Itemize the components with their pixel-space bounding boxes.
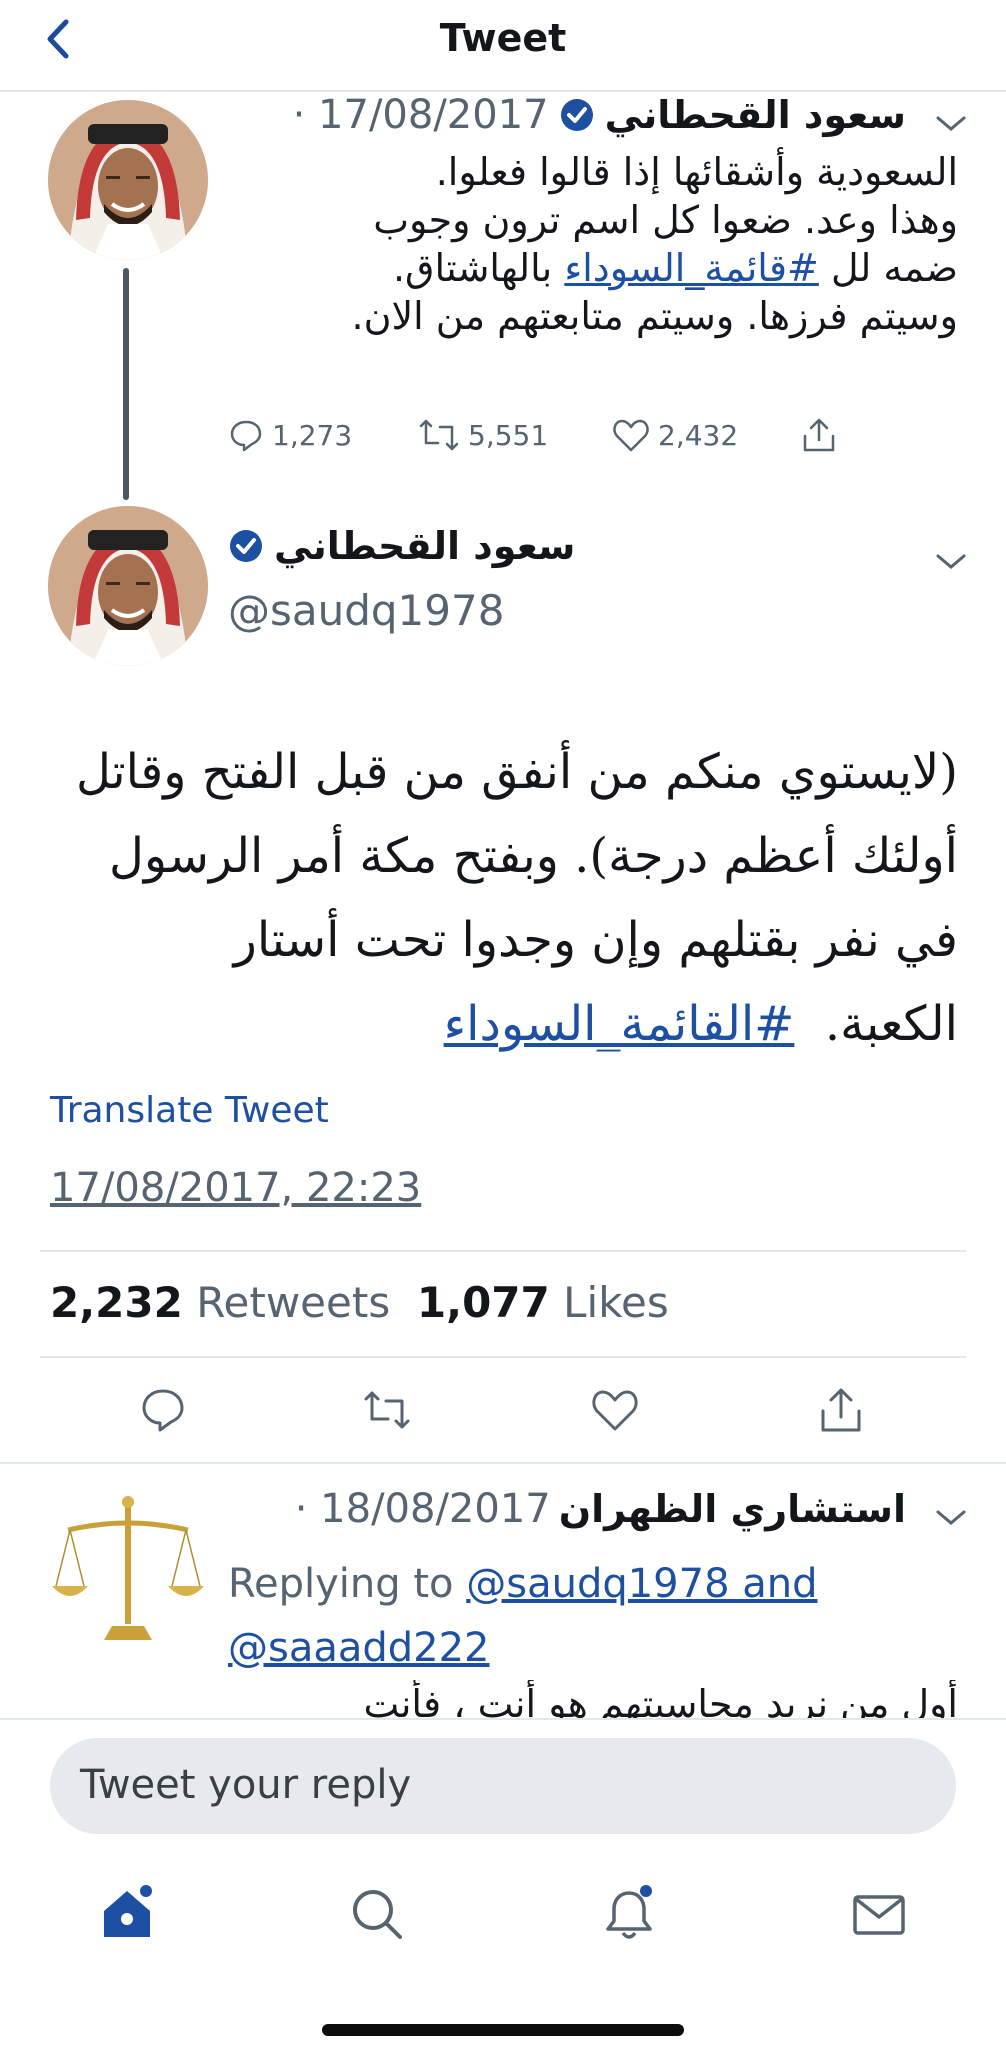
hashtag-link[interactable]: #قائمة_السوداء	[564, 246, 819, 290]
tweet-text: السعودية وأشقائها إذا قالوا فعلوا. وهذا …	[178, 148, 958, 340]
tweet-line: في نفر بقتلهم وإن وجدوا تحت أستار	[233, 912, 958, 968]
share-icon	[803, 418, 835, 452]
home-icon[interactable]	[98, 1885, 156, 1943]
retweets-label[interactable]: Retweets	[196, 1278, 390, 1327]
share-action[interactable]	[800, 416, 838, 454]
tweet-line: وهذا وعد. ضعوا كل اسم ترون وجوب	[373, 198, 958, 242]
verified-icon	[230, 530, 262, 562]
notifications-icon[interactable]	[600, 1885, 658, 1943]
divider	[40, 1356, 966, 1358]
divider	[40, 1250, 966, 1252]
likes-count[interactable]: 1,077	[417, 1278, 550, 1327]
chevron-down-icon[interactable]	[934, 550, 968, 572]
main-tweet-text: (لايستوي منكم من أنفق من قبل الفتح وقاتل…	[28, 730, 958, 1066]
retweet-action[interactable]: 5,551	[418, 417, 548, 453]
translate-tweet-link[interactable]: Translate Tweet	[50, 1090, 329, 1131]
reply-input[interactable]: Tweet your reply	[50, 1738, 956, 1834]
tweet-line: (لايستوي منكم من أنفق من قبل الفتح وقاتل	[75, 744, 958, 800]
retweet-icon[interactable]	[362, 1385, 412, 1435]
divider	[0, 1462, 1006, 1464]
tweet-line: أولئك أعظم درجة). وبفتح مكة أمر الرسول	[109, 828, 958, 884]
reply-text: أول من نريد محاسبتهم هو أنت ، فأنت	[363, 1682, 958, 1720]
author-name[interactable]: استشاري الظهران	[559, 1487, 906, 1531]
mention-link[interactable]: @saaadd222	[228, 1625, 490, 1671]
avatar[interactable]	[48, 506, 208, 666]
chevron-down-icon[interactable]	[934, 1506, 968, 1528]
scales-of-justice-icon	[48, 1490, 208, 1650]
like-icon	[613, 419, 649, 452]
search-icon[interactable]	[348, 1885, 406, 1943]
tweet-line: الكعبة. #القائمة_السوداء	[28, 982, 958, 1066]
author-handle[interactable]: @saudq1978	[228, 586, 504, 635]
replying-prefix: Replying to	[228, 1561, 454, 1607]
divider	[0, 1718, 1006, 1720]
retweet-icon	[419, 419, 459, 451]
tweet-line-prefix: ضمه لل	[830, 246, 958, 290]
tweet-line: السعودية وأشقائها إذا قالوا فعلوا.	[435, 150, 958, 194]
reply-placeholder: Tweet your reply	[80, 1762, 412, 1808]
verified-icon	[560, 99, 593, 131]
hashtag-link[interactable]: #القائمة_السوداء	[444, 996, 795, 1052]
tweet-date: · 17/08/2017	[292, 92, 549, 138]
tweet-line: ضمه لل #قائمة_السوداء بالهاشتاق.	[178, 244, 958, 292]
main-tweet-header: سعود القحطاني	[228, 524, 575, 568]
reply-icon[interactable]	[138, 1385, 188, 1435]
like-action[interactable]: 2,432	[612, 417, 738, 453]
chevron-down-icon[interactable]	[934, 112, 968, 134]
reply-header: استشاري الظهران · 18/08/2017	[295, 1486, 906, 1532]
messages-icon[interactable]	[850, 1885, 908, 1943]
reply-count: 1,273	[272, 418, 353, 452]
tweet-line-suffix: بالهاشتاق.	[392, 246, 553, 290]
tweet-line-text: الكعبة.	[824, 996, 958, 1052]
top-nav-bar: Tweet	[0, 0, 1006, 92]
tweet-actions: 1,273 5,551 2,432	[0, 410, 1006, 460]
tweet-header: سعود القحطاني · 17/08/2017	[293, 92, 906, 138]
like-count: 2,432	[658, 418, 739, 452]
reply-action[interactable]: 1,273	[228, 417, 352, 453]
tweet-timestamp[interactable]: 17/08/2017, 22:23	[50, 1165, 421, 1211]
avatar[interactable]	[48, 1490, 208, 1650]
home-indicator[interactable]	[322, 2024, 684, 2036]
tweet-stats: 2,232 Retweets 1,077 Likes	[50, 1278, 669, 1327]
reply-icon	[230, 420, 262, 452]
avatar-image	[48, 506, 208, 666]
retweets-count[interactable]: 2,232	[50, 1278, 183, 1327]
likes-label[interactable]: Likes	[563, 1278, 669, 1327]
thread-line	[123, 268, 129, 500]
page-title: Tweet	[439, 16, 567, 60]
author-name[interactable]: سعود القحطاني	[605, 93, 906, 137]
tweet-line: وسيتم فرزها. وسيتم متابعتهم من الان.	[351, 294, 958, 338]
mention-link[interactable]: @saudq1978 and	[466, 1561, 817, 1607]
retweet-count: 5,551	[468, 418, 549, 452]
author-name[interactable]: سعود القحطاني	[274, 524, 575, 568]
like-icon[interactable]	[590, 1385, 640, 1435]
tweet-date: · 18/08/2017	[294, 1486, 551, 1532]
share-icon[interactable]	[816, 1385, 866, 1435]
replying-to: Replying to @saudq1978 and @saaadd222	[228, 1552, 817, 1680]
